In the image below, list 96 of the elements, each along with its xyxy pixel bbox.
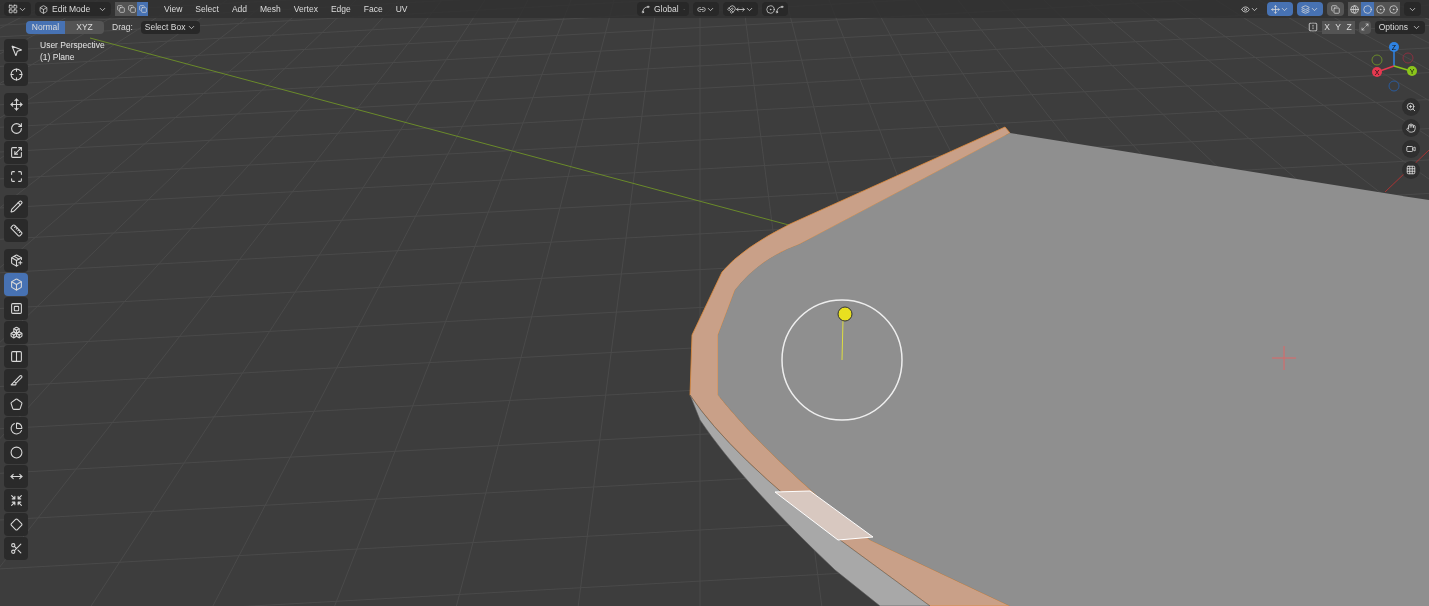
shear-icon: [9, 518, 23, 531]
hand-icon: [1406, 123, 1416, 133]
merge-icon: [1360, 23, 1369, 31]
tool-button[interactable]: [4, 39, 28, 62]
menu-item[interactable]: Vertex: [293, 2, 318, 16]
tool-button[interactable]: [4, 117, 28, 140]
mirror-axis-toggle[interactable]: Z: [1343, 20, 1355, 34]
tool-button[interactable]: [4, 513, 28, 536]
bevel-icon: [9, 326, 23, 339]
tool-button[interactable]: [4, 249, 28, 272]
menu-item[interactable]: Add: [231, 2, 248, 16]
material-sphere-icon: [1376, 4, 1385, 14]
tool-button[interactable]: [4, 141, 28, 164]
edge-select-icon: [127, 5, 136, 13]
falloff-curve-icon: [775, 4, 784, 14]
tool-button[interactable]: [4, 219, 28, 242]
tool-button[interactable]: [4, 393, 28, 416]
view-name-label: User Perspective: [40, 39, 105, 51]
ruler-icon: [9, 224, 23, 237]
tool-button[interactable]: [4, 537, 28, 560]
object-origin-icon: [1271, 345, 1297, 371]
axes-icon: [641, 4, 650, 14]
rip-icon: [9, 542, 23, 555]
wireframe-icon: [1350, 4, 1359, 14]
tool-button[interactable]: [4, 195, 28, 218]
menu-item[interactable]: Face: [363, 2, 383, 16]
shrink-icon: [9, 494, 23, 507]
annotate-pencil-icon: [9, 200, 23, 213]
add-cube-icon: [9, 254, 23, 267]
link-icon: [697, 4, 706, 14]
tool-button[interactable]: [4, 441, 28, 464]
tool-button[interactable]: [4, 273, 28, 296]
cursor-icon: [9, 68, 23, 81]
select-mode-button[interactable]: [115, 2, 126, 16]
drag-label: Drag:: [112, 20, 133, 34]
loop-cut-icon: [9, 350, 23, 363]
knife-icon: [9, 374, 23, 387]
zoom-icon: [1406, 102, 1416, 112]
solid-sphere-icon: [1363, 4, 1372, 14]
shading-mode-button[interactable]: [1374, 2, 1387, 16]
editor-type-button[interactable]: [4, 2, 31, 16]
tool-button[interactable]: [4, 417, 28, 440]
face-select-icon: [138, 5, 147, 13]
inset-icon: [9, 302, 23, 315]
extrude-cube-icon: [9, 278, 23, 291]
object-name-label: (1) Plane: [40, 51, 76, 63]
mirror-axis-toggle[interactable]: X: [1321, 20, 1333, 34]
xray-toggle[interactable]: [1327, 2, 1344, 16]
xray-icon: [1331, 4, 1340, 14]
vertex-select-icon: [116, 5, 125, 13]
proportional-button[interactable]: [762, 2, 788, 16]
orientation-dropdown[interactable]: Global: [637, 2, 689, 16]
grid-icon: [1406, 165, 1416, 175]
tool-button[interactable]: [4, 345, 28, 368]
eye-icon: [1241, 4, 1250, 14]
menu-item[interactable]: View: [164, 2, 183, 16]
proportional-icon: [766, 4, 775, 14]
tool-button[interactable]: [4, 465, 28, 488]
tool-button[interactable]: [4, 369, 28, 392]
mode-icon: [39, 4, 48, 14]
tool-button[interactable]: [4, 165, 28, 188]
mirror-axis-toggle[interactable]: Y: [1332, 20, 1344, 34]
tool-button[interactable]: [4, 297, 28, 320]
spin-icon: [9, 422, 23, 435]
tool-button[interactable]: [4, 489, 28, 512]
menu-item[interactable]: Edge: [330, 2, 351, 16]
tool-button[interactable]: [4, 63, 28, 86]
shading-mode-button[interactable]: [1387, 2, 1400, 16]
x-axis-line: [1384, 149, 1429, 193]
tool-button[interactable]: [4, 93, 28, 116]
poly-build-icon: [9, 398, 23, 411]
pivot-dropdown[interactable]: [693, 2, 719, 16]
gizmo-icon: [1271, 4, 1280, 14]
select-box-icon: [9, 44, 23, 57]
menu-item[interactable]: Mesh: [260, 2, 281, 16]
menu-item[interactable]: Select: [195, 2, 219, 16]
rendered-sphere-icon: [1389, 4, 1398, 14]
mirror-icon: [1307, 22, 1318, 32]
scale-icon: [9, 146, 23, 159]
overlay-toggle[interactable]: [1297, 2, 1323, 16]
mode-dropdown[interactable]: Edit Mode: [35, 2, 111, 16]
snap-increment-icon: [736, 4, 745, 14]
rotate-icon: [9, 122, 23, 135]
overlay-icon: [1301, 4, 1310, 14]
menu-item[interactable]: UV: [395, 2, 408, 16]
snap-button[interactable]: [723, 2, 758, 16]
move-icon: [9, 98, 23, 111]
shading-mode-button[interactable]: [1348, 2, 1361, 16]
smooth-icon: [9, 446, 23, 459]
camera-icon: [1406, 144, 1416, 154]
grid-editor-icon: [8, 4, 18, 14]
transform-icon: [9, 170, 23, 183]
tool-button[interactable]: [4, 321, 28, 344]
shading-mode-button[interactable]: [1361, 2, 1374, 16]
gizmo-toggle[interactable]: [1267, 2, 1293, 16]
select-mode-button[interactable]: [126, 2, 137, 16]
